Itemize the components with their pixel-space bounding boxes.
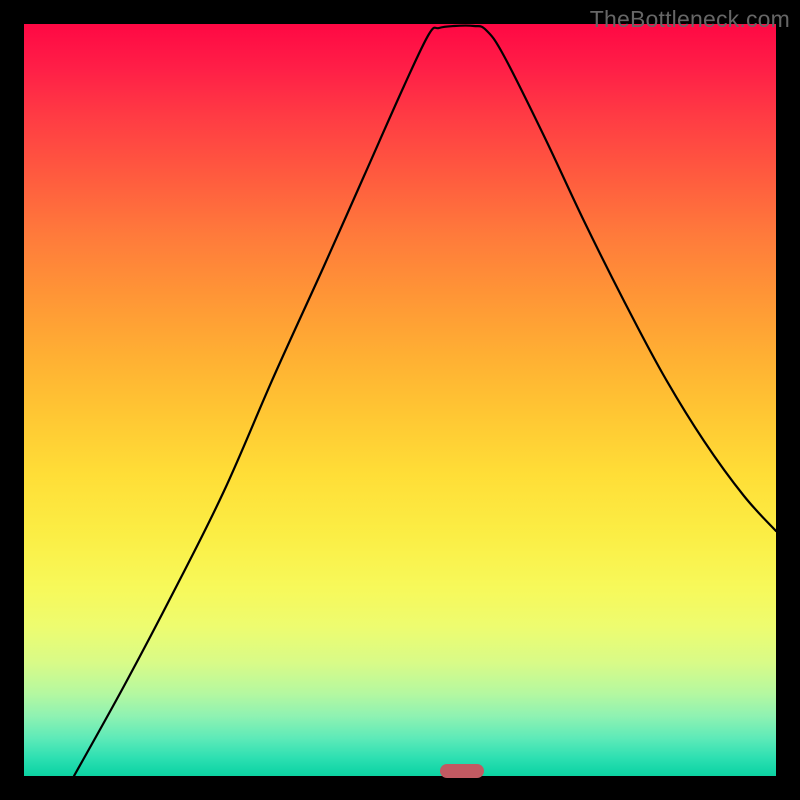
plot-area bbox=[24, 24, 776, 776]
bottleneck-curve bbox=[24, 24, 776, 776]
optimal-marker bbox=[440, 764, 484, 778]
chart-container: TheBottleneck.com bbox=[0, 0, 800, 800]
curve-path bbox=[74, 26, 776, 776]
watermark-text: TheBottleneck.com bbox=[590, 6, 790, 33]
